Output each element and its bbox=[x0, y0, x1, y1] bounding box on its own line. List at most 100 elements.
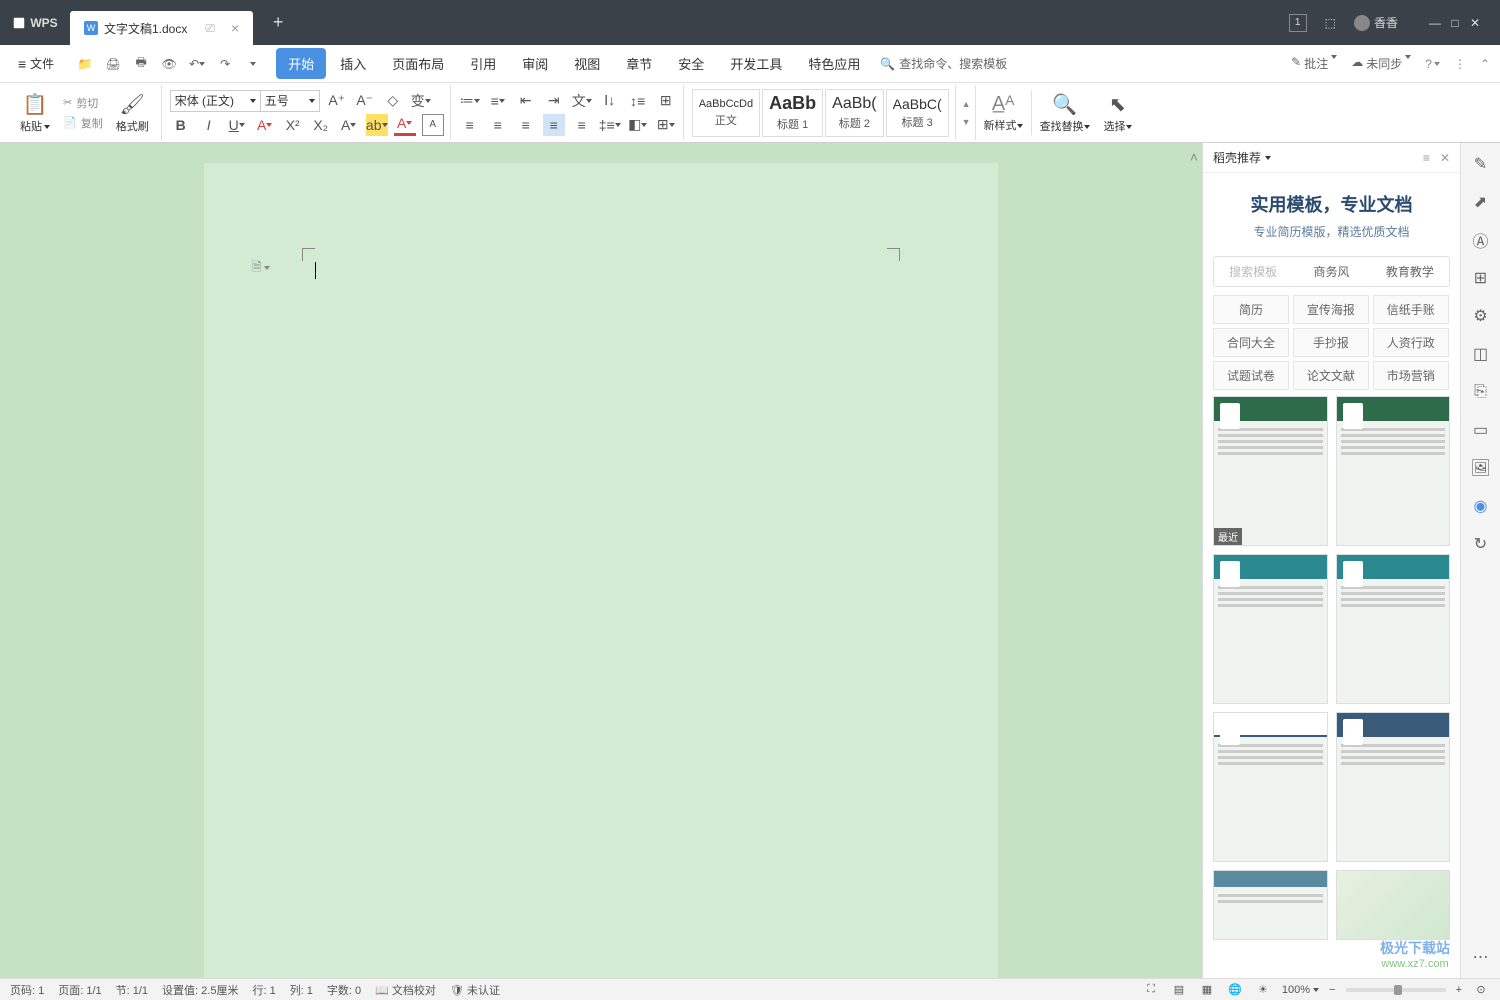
rail-template-icon[interactable]: ◉ bbox=[1470, 495, 1492, 517]
sidepanel-menu-icon[interactable]: ≡ bbox=[1423, 151, 1430, 165]
menu-tab-5[interactable]: 视图 bbox=[562, 48, 612, 79]
template-thumb[interactable] bbox=[1213, 554, 1328, 704]
redo-icon[interactable]: ↷ bbox=[216, 55, 234, 73]
template-thumb[interactable] bbox=[1336, 712, 1451, 862]
show-marks-button[interactable]: ⊞ bbox=[655, 90, 677, 112]
style-2[interactable]: AaBb(标题 2 bbox=[825, 89, 883, 137]
style-scroll-up[interactable]: ▲ bbox=[962, 99, 971, 109]
template-thumb[interactable]: 最近 bbox=[1213, 396, 1328, 546]
line-spacing-button[interactable]: ↕≡ bbox=[627, 90, 649, 112]
strikethrough-button[interactable]: A bbox=[254, 114, 276, 136]
file-menu[interactable]: ≡ 文件 bbox=[10, 51, 62, 76]
numbering-button[interactable]: ≡ bbox=[487, 90, 509, 112]
view-outline-icon[interactable]: ▦ bbox=[1198, 981, 1216, 999]
view-read-icon[interactable]: ☀ bbox=[1254, 981, 1272, 999]
category-1[interactable]: 宣传海报 bbox=[1293, 295, 1369, 324]
rail-image-icon[interactable]: 🖼 bbox=[1470, 457, 1492, 479]
bold-button[interactable]: B bbox=[170, 114, 192, 136]
document-tab[interactable]: W 文字文稿1.docx ⎚ × bbox=[70, 11, 253, 45]
help-icon[interactable]: ? bbox=[1425, 57, 1440, 71]
fullscreen-icon[interactable]: ⛶ bbox=[1142, 981, 1160, 999]
char-border-button[interactable]: A bbox=[422, 114, 444, 136]
asian-layout-button[interactable]: Ⅰ↓ bbox=[599, 90, 621, 112]
notification-icon[interactable]: 1 bbox=[1289, 14, 1307, 32]
open-icon[interactable]: 📁 bbox=[76, 55, 94, 73]
minimize-button[interactable]: — bbox=[1426, 14, 1444, 32]
format-painter-button[interactable]: 🖌 格式刷 bbox=[110, 90, 155, 136]
menu-tab-3[interactable]: 引用 bbox=[458, 48, 508, 79]
doc-scroll-up[interactable]: ˄ bbox=[1190, 149, 1198, 165]
category-6[interactable]: 试题试卷 bbox=[1213, 361, 1289, 390]
font-name-select[interactable]: 宋体 (正文) bbox=[170, 90, 260, 112]
category-7[interactable]: 论文文献 bbox=[1293, 361, 1369, 390]
rail-outline-icon[interactable]: ⎘ bbox=[1470, 381, 1492, 403]
phonetic-icon[interactable]: 变 bbox=[410, 90, 432, 112]
status-proof[interactable]: 📖 文档校对 bbox=[375, 982, 436, 998]
tab-business[interactable]: 商务风 bbox=[1292, 257, 1370, 286]
menu-tab-7[interactable]: 安全 bbox=[666, 48, 716, 79]
fit-icon[interactable]: ⊙ bbox=[1472, 981, 1490, 999]
rail-settings-icon[interactable]: ⚙ bbox=[1470, 305, 1492, 327]
rail-table-icon[interactable]: ⊞ bbox=[1470, 267, 1492, 289]
find-replace-button[interactable]: 🔍 查找替换 bbox=[1034, 90, 1096, 136]
search-command[interactable]: 🔍 查找命令、搜索模板 bbox=[880, 55, 1007, 72]
style-1[interactable]: AaBb标题 1 bbox=[762, 89, 823, 137]
decrease-indent-button[interactable]: ⇤ bbox=[515, 90, 537, 112]
paragraph-mark-icon[interactable]: 🗎 bbox=[252, 259, 270, 277]
template-thumb[interactable] bbox=[1213, 870, 1328, 940]
document-page[interactable]: 🗎 bbox=[204, 163, 998, 978]
underline-button[interactable]: U bbox=[226, 114, 248, 136]
more-qat-icon[interactable] bbox=[244, 55, 262, 73]
rail-assets-icon[interactable]: ◫ bbox=[1470, 343, 1492, 365]
spacing-button[interactable]: ‡≡ bbox=[599, 114, 621, 136]
align-justify-button[interactable]: ≡ bbox=[543, 114, 565, 136]
style-scroll-down[interactable]: ▼ bbox=[962, 117, 971, 127]
style-0[interactable]: AaBbCcDd正文 bbox=[692, 89, 760, 137]
align-distribute-button[interactable]: ≡ bbox=[571, 114, 593, 136]
category-4[interactable]: 手抄报 bbox=[1293, 328, 1369, 357]
status-section[interactable]: 节: 1/1 bbox=[116, 982, 148, 998]
paste-button[interactable]: 📋 粘贴 bbox=[14, 90, 56, 136]
new-style-button[interactable]: A̲ᴬ 新样式 bbox=[978, 91, 1029, 135]
status-row[interactable]: 行: 1 bbox=[252, 982, 275, 998]
status-page[interactable]: 页面: 1/1 bbox=[58, 982, 101, 998]
zoom-level[interactable]: 100% bbox=[1282, 984, 1319, 996]
category-2[interactable]: 信纸手账 bbox=[1373, 295, 1449, 324]
rail-style-icon[interactable]: Ⓐ bbox=[1470, 229, 1492, 251]
extensions-icon[interactable]: ⬚ bbox=[1325, 16, 1336, 30]
superscript-button[interactable]: X² bbox=[282, 114, 304, 136]
category-0[interactable]: 简历 bbox=[1213, 295, 1289, 324]
user-menu[interactable]: 香香 bbox=[1354, 14, 1398, 31]
zoom-slider[interactable] bbox=[1346, 988, 1446, 992]
increase-font-icon[interactable]: A⁺ bbox=[326, 90, 348, 112]
tab-education[interactable]: 教育教学 bbox=[1371, 257, 1449, 286]
font-color-button[interactable]: A bbox=[394, 114, 416, 136]
view-web-icon[interactable]: 🌐 bbox=[1226, 981, 1244, 999]
cut-button[interactable]: ✂ 剪切 bbox=[60, 94, 106, 112]
rail-page-icon[interactable]: ▭ bbox=[1470, 419, 1492, 441]
menu-tab-1[interactable]: 插入 bbox=[328, 48, 378, 79]
zoom-in[interactable]: + bbox=[1456, 984, 1462, 996]
category-5[interactable]: 人资行政 bbox=[1373, 328, 1449, 357]
font-size-select[interactable]: 五号 bbox=[260, 90, 320, 112]
align-center-button[interactable]: ≡ bbox=[487, 114, 509, 136]
category-8[interactable]: 市场营销 bbox=[1373, 361, 1449, 390]
copy-button[interactable]: 📄 复制 bbox=[60, 114, 106, 132]
shading-button[interactable]: ◧ bbox=[627, 114, 649, 136]
sync-button[interactable]: ☁未同步 bbox=[1351, 55, 1411, 72]
decrease-font-icon[interactable]: A⁻ bbox=[354, 90, 376, 112]
highlight-button[interactable]: ab bbox=[366, 114, 388, 136]
template-thumb[interactable] bbox=[1336, 870, 1451, 940]
increase-indent-button[interactable]: ⇥ bbox=[543, 90, 565, 112]
menu-tab-2[interactable]: 页面布局 bbox=[380, 48, 456, 79]
collapse-ribbon-icon[interactable]: ⌃ bbox=[1480, 57, 1490, 71]
wps-logo[interactable]: WPS bbox=[0, 0, 70, 45]
print-icon[interactable]: 🖶 bbox=[132, 55, 150, 73]
menu-tab-4[interactable]: 审阅 bbox=[510, 48, 560, 79]
rail-pen-icon[interactable]: ✎ bbox=[1470, 153, 1492, 175]
preview-icon[interactable]: 👁 bbox=[160, 55, 178, 73]
template-thumb[interactable] bbox=[1336, 396, 1451, 546]
template-thumb[interactable] bbox=[1336, 554, 1451, 704]
status-setting[interactable]: 设置值: 2.5厘米 bbox=[162, 982, 238, 998]
text-effect-button[interactable]: A bbox=[338, 114, 360, 136]
